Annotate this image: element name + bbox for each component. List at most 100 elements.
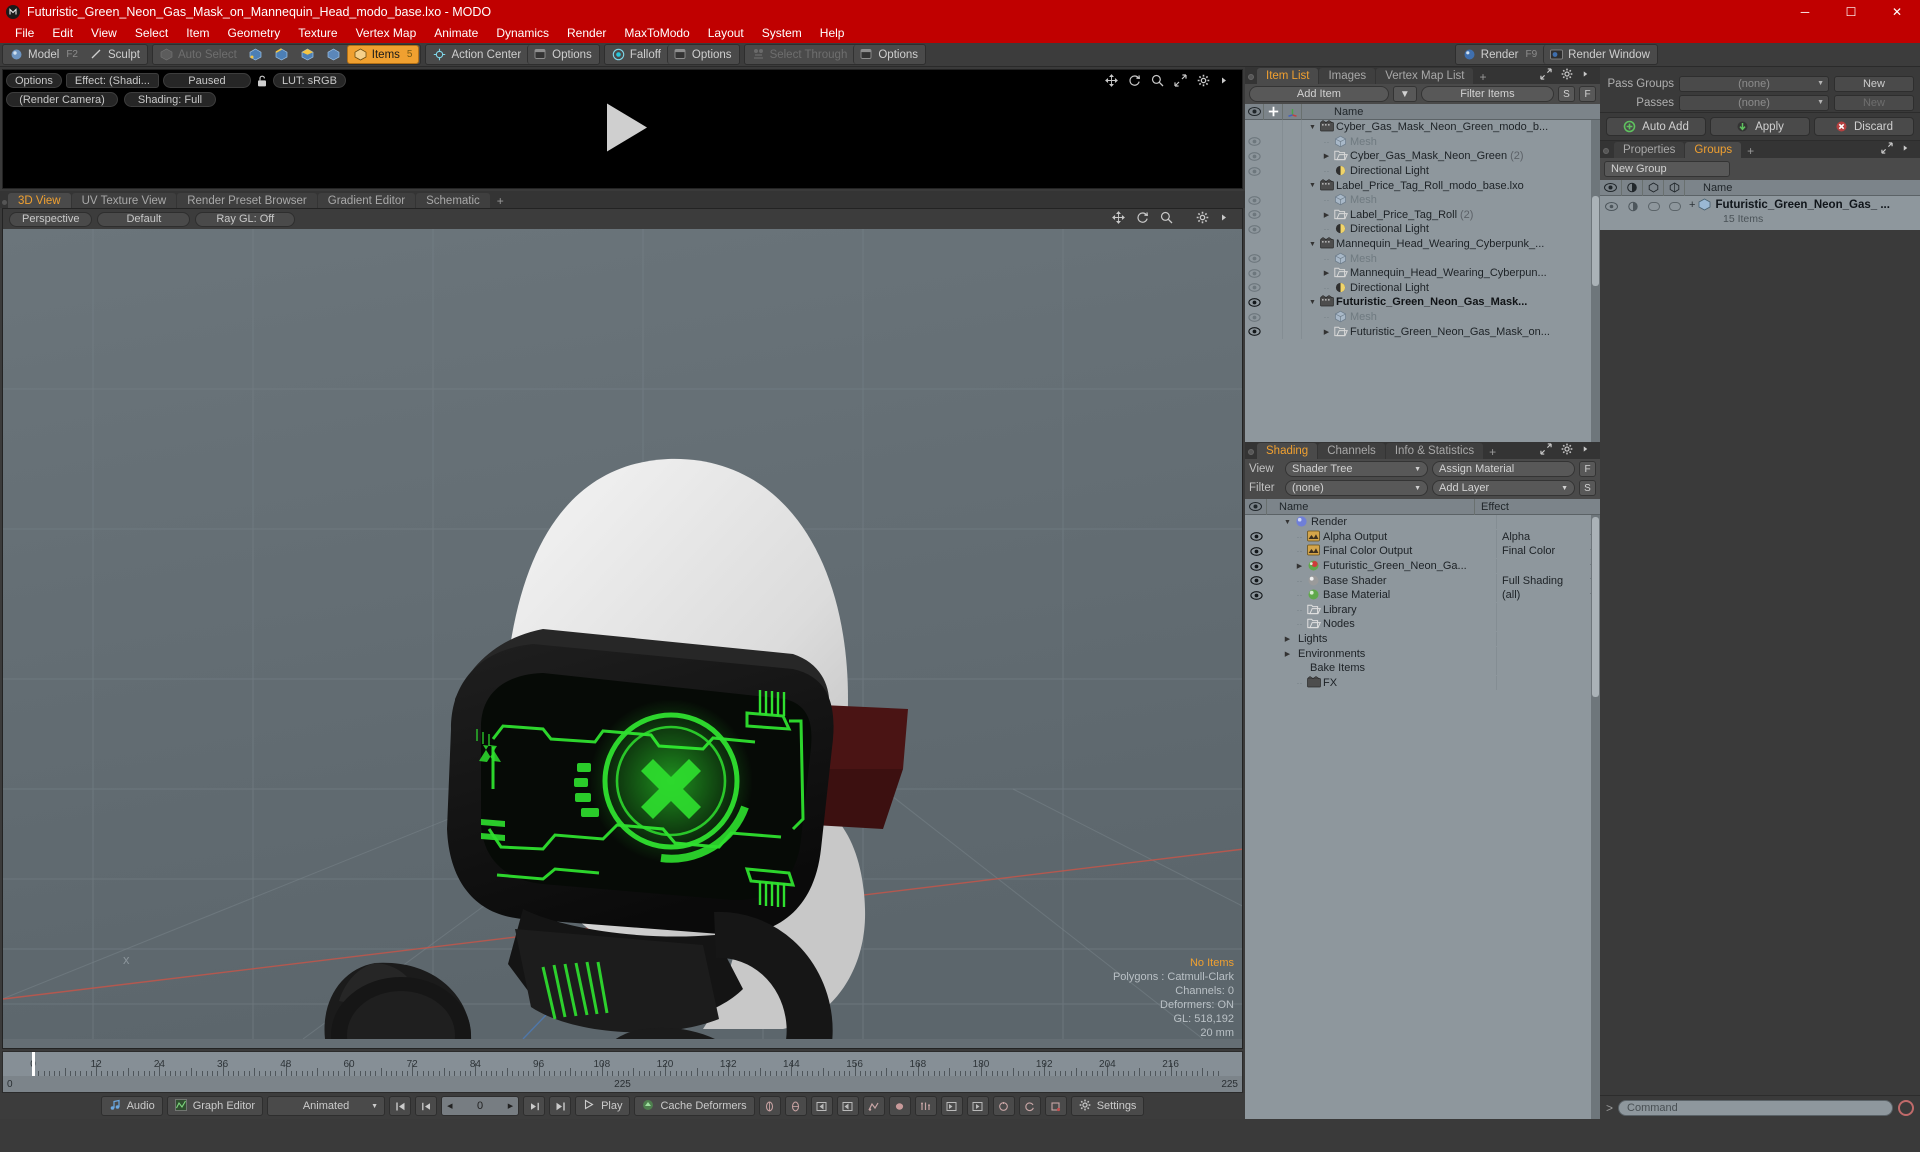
chevron-right-icon[interactable]: ▶ bbox=[1322, 211, 1331, 219]
viewport-perspective-button[interactable]: Perspective bbox=[9, 211, 93, 227]
shading-filter-row[interactable]: Filter (none) ▼ Add Layer ▼ S bbox=[1245, 479, 1600, 499]
item-name-cell[interactable]: ·· Mesh bbox=[1302, 252, 1600, 266]
item-list-controls[interactable]: Add Item ▼ Filter Items S F bbox=[1245, 84, 1600, 104]
shading-view-row[interactable]: View Shader Tree ▼ Assign Material F bbox=[1245, 459, 1600, 479]
menu-maxtomodo[interactable]: MaxToModo bbox=[615, 24, 698, 42]
item-name-cell[interactable]: ·· Mesh bbox=[1302, 310, 1600, 324]
visibility-toggle-icon[interactable] bbox=[1245, 254, 1264, 263]
axis-cell[interactable] bbox=[1283, 295, 1302, 310]
lock-cell[interactable] bbox=[1264, 280, 1283, 296]
shading-row[interactable]: Bake Items bbox=[1245, 661, 1600, 676]
add-groups-tab-button[interactable]: + bbox=[1742, 144, 1759, 158]
properties-groups-tabs[interactable]: Properties Groups + bbox=[1600, 141, 1920, 158]
visibility-toggle-icon[interactable] bbox=[1245, 576, 1267, 586]
chevron-down-icon[interactable]: ▼ bbox=[1308, 299, 1317, 306]
menu-select[interactable]: Select bbox=[126, 24, 177, 42]
auto-add-button[interactable]: Auto Add bbox=[1606, 117, 1706, 136]
close-button[interactable]: ✕ bbox=[1874, 0, 1920, 23]
menu-help[interactable]: Help bbox=[811, 24, 854, 42]
shading-name-cell[interactable]: ·· Final Color Output bbox=[1267, 544, 1497, 559]
shading-name-cell[interactable]: ·· Library bbox=[1267, 602, 1497, 617]
sculpt-mode-button[interactable]: Sculpt bbox=[84, 45, 146, 64]
preview-toolbar[interactable]: Options Effect: (Shadi... Paused LUT: sR… bbox=[6, 73, 346, 88]
main-toolbar[interactable]: Model F2 Sculpt Auto Select Items 5 Acti… bbox=[0, 43, 1920, 67]
gear-icon[interactable] bbox=[1196, 211, 1210, 225]
item-name-cell[interactable]: ▼ Mannequin_Head_Wearing_Cyberpunk_... bbox=[1302, 237, 1600, 251]
maximize-button[interactable]: ☐ bbox=[1828, 0, 1874, 23]
shading-row[interactable]: ·· FX bbox=[1245, 675, 1600, 691]
tab-groups[interactable]: Groups bbox=[1685, 142, 1742, 158]
axis-cell[interactable] bbox=[1283, 207, 1302, 223]
tab-render-preset-browser[interactable]: Render Preset Browser bbox=[177, 193, 317, 208]
visibility-toggle-icon[interactable] bbox=[1245, 532, 1267, 542]
visibility-toggle-icon[interactable] bbox=[1245, 225, 1264, 234]
mode-group[interactable]: Model F2 Sculpt bbox=[2, 44, 148, 65]
visibility-toggle-icon[interactable] bbox=[1245, 152, 1264, 161]
shading-panel-icons[interactable] bbox=[1540, 443, 1596, 457]
shading-name-cell[interactable]: ·· FX bbox=[1267, 675, 1497, 690]
viewport-view-icons[interactable] bbox=[1112, 211, 1234, 225]
lock-cell[interactable] bbox=[1264, 120, 1283, 135]
shading-tabs[interactable]: Shading Channels Info & Statistics + bbox=[1245, 442, 1600, 459]
shading-effect-cell[interactable]: Full Shading▼ bbox=[1497, 575, 1600, 587]
shader-tree-dropdown[interactable]: Shader Tree ▼ bbox=[1285, 461, 1428, 477]
settings-button[interactable]: Settings bbox=[1070, 1096, 1145, 1116]
tab-uv-texture-view[interactable]: UV Texture View bbox=[71, 193, 177, 208]
select-through-group[interactable]: Select Through Options bbox=[743, 44, 926, 65]
falloff-button[interactable]: Falloff bbox=[606, 45, 667, 64]
shading-name-cell[interactable]: Bake Items bbox=[1267, 661, 1497, 676]
menu-bar[interactable]: File Edit View Select Item Geometry Text… bbox=[0, 23, 1920, 43]
axis-cell[interactable] bbox=[1283, 149, 1302, 164]
lock-cell[interactable] bbox=[1264, 295, 1283, 310]
shading-effect-cell[interactable]: (all)▼ bbox=[1497, 589, 1600, 601]
render-group[interactable]: Render F9 Render Window bbox=[1454, 44, 1658, 65]
filter-items-input[interactable]: Filter Items bbox=[1420, 86, 1554, 102]
animated-dropdown[interactable]: Animated ▼ bbox=[267, 1096, 386, 1116]
timeline-panel[interactable]: 0 12 24 36 48 60 72 84 96 108 120 132 144 156 168 180 19… bbox=[2, 1051, 1243, 1093]
add-panel-tab-button[interactable]: + bbox=[1474, 70, 1491, 84]
groups-list[interactable]: + Futuristic_Green_Neon_Gas_ ... 15 Item… bbox=[1600, 196, 1920, 230]
expand-icon[interactable] bbox=[1174, 74, 1188, 88]
menu-edit[interactable]: Edit bbox=[43, 24, 82, 42]
menu-dynamics[interactable]: Dynamics bbox=[487, 24, 558, 42]
item-list-f-button[interactable]: F bbox=[1579, 86, 1596, 102]
item-name-cell[interactable]: ▶ Mannequin_Head_Wearing_Cyberpun... bbox=[1302, 266, 1600, 280]
pass-groups-row[interactable]: Pass Groups (none) ▼ New bbox=[1600, 74, 1920, 93]
viewport-default-button[interactable]: Default bbox=[97, 211, 191, 227]
group-shading-toggle[interactable] bbox=[1622, 196, 1643, 216]
command-bar[interactable]: > Command bbox=[1600, 1095, 1920, 1119]
preview-shading-button[interactable]: Shading: Full bbox=[124, 92, 216, 107]
viewport-3d-canvas[interactable]: x y bbox=[3, 229, 1242, 1048]
visibility-toggle-icon[interactable] bbox=[1245, 166, 1264, 176]
zoom-icon[interactable] bbox=[1151, 74, 1165, 88]
group-visibility-toggle[interactable] bbox=[1600, 196, 1622, 216]
item-name-cell[interactable]: ·· Directional Light bbox=[1302, 222, 1600, 236]
menu-file[interactable]: File bbox=[6, 24, 43, 42]
item-list-row[interactable]: ▼ Futuristic_Green_Neon_Gas_Mask... bbox=[1245, 295, 1600, 310]
lock-cell[interactable] bbox=[1264, 251, 1283, 266]
shading-s-button[interactable]: S bbox=[1579, 480, 1596, 496]
preview-play-triangle[interactable] bbox=[591, 96, 655, 163]
chevron-right-icon[interactable]: ▶ bbox=[1322, 152, 1331, 160]
render-preview-panel[interactable]: Options Effect: (Shadi... Paused LUT: sR… bbox=[2, 69, 1243, 189]
new-group-button[interactable]: New Group bbox=[1604, 161, 1730, 177]
group-render-checkbox[interactable] bbox=[1664, 196, 1685, 216]
preview-effect-button[interactable]: Effect: (Shadi... bbox=[65, 73, 159, 88]
gear-icon[interactable] bbox=[1197, 74, 1211, 88]
shading-effect-cell[interactable]: ▼ bbox=[1497, 563, 1600, 570]
axis-cell[interactable] bbox=[1283, 192, 1302, 208]
visibility-toggle-icon[interactable] bbox=[1245, 137, 1264, 147]
discard-button[interactable]: Discard bbox=[1814, 117, 1914, 136]
playback-toolbar[interactable]: Audio Graph Editor Animated ▼ ◀ 0 ▶ Play bbox=[0, 1093, 1245, 1119]
lock-cell[interactable] bbox=[1264, 222, 1283, 237]
loop-start-button[interactable] bbox=[940, 1096, 963, 1116]
pan-icon[interactable] bbox=[1105, 74, 1119, 88]
key-channels-button[interactable] bbox=[914, 1096, 937, 1116]
select-through-button[interactable]: Select Through bbox=[746, 45, 854, 64]
tab-gradient-editor[interactable]: Gradient Editor bbox=[317, 193, 416, 208]
add-shading-tab-button[interactable]: + bbox=[1484, 445, 1501, 459]
key-create-button[interactable] bbox=[888, 1096, 911, 1116]
action-center-button[interactable]: Action Center bbox=[427, 45, 527, 64]
tab-properties[interactable]: Properties bbox=[1614, 142, 1685, 158]
material-mode-button[interactable] bbox=[321, 45, 347, 64]
